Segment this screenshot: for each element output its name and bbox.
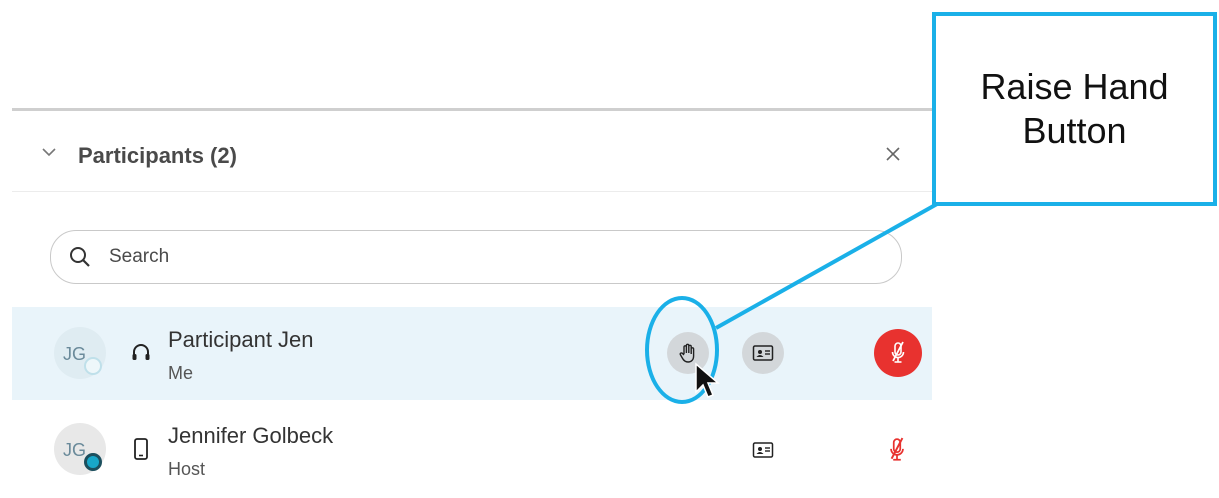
- callout-label-line1: Raise Hand: [980, 66, 1169, 107]
- callout-box: Raise Hand Button: [932, 12, 1217, 206]
- participant-row[interactable]: JG Participant Jen Me: [12, 307, 932, 400]
- search-icon: [70, 247, 90, 267]
- muted-mic-icon: [891, 341, 905, 363]
- participant-row[interactable]: JG Jennifer Golbeck Host: [12, 403, 932, 496]
- headset-icon: [132, 344, 150, 360]
- unmute-button[interactable]: [874, 329, 922, 377]
- panel-title: Participants (2): [78, 143, 237, 168]
- presence-indicator: [84, 453, 102, 471]
- panel-header: Participants (2): [12, 111, 932, 192]
- search-box[interactable]: [50, 230, 902, 284]
- close-icon[interactable]: [884, 145, 902, 163]
- presence-indicator: [84, 357, 102, 375]
- contact-card-button[interactable]: [742, 332, 784, 374]
- muted-mic-icon[interactable]: [886, 437, 908, 463]
- avatar: JG: [54, 327, 106, 379]
- search-input[interactable]: [107, 241, 871, 273]
- participant-name: Jennifer Golbeck: [168, 423, 334, 448]
- participant-role: Host: [168, 459, 206, 479]
- callout-label-line2: Button: [1022, 110, 1127, 151]
- participant-name: Participant Jen: [168, 327, 314, 352]
- contact-card-icon: [752, 345, 774, 361]
- contact-card-icon[interactable]: [752, 439, 774, 461]
- participants-panel: Participants (2) JG Participant Jen Me: [12, 108, 932, 498]
- phone-icon: [134, 438, 148, 460]
- avatar: JG: [54, 423, 106, 475]
- mouse-cursor-icon: [695, 362, 721, 398]
- participant-role: Me: [168, 363, 194, 383]
- chevron-down-icon[interactable]: [42, 147, 56, 157]
